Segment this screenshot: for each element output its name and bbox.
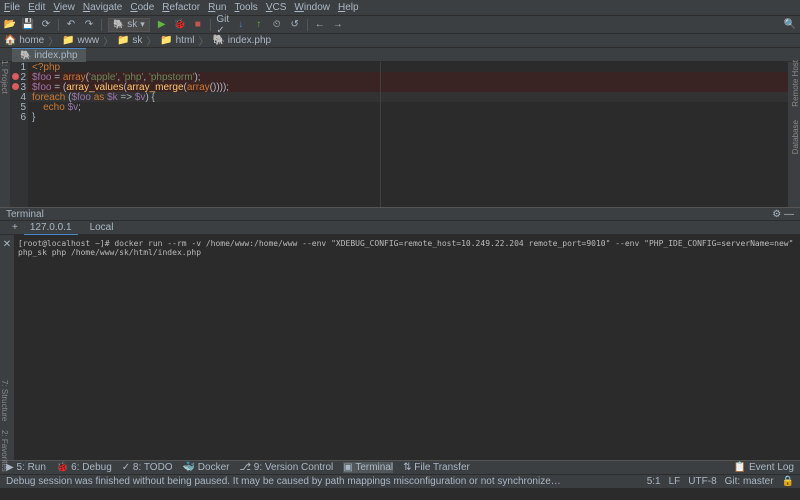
close-icon[interactable]: ✕ <box>3 239 11 250</box>
encoding[interactable]: UTF-8 <box>688 476 716 487</box>
breadcrumb: 🏠 home〉📁 www〉📁 sk〉📁 html〉🐘 index.php <box>0 34 800 48</box>
redo-icon[interactable]: ↷ <box>83 19 95 31</box>
vcs-history-icon[interactable]: ⏲ <box>271 19 283 31</box>
editor-area: 123456 <?php$foo = array('apple', 'php',… <box>0 62 800 207</box>
stop-icon[interactable]: ■ <box>192 19 204 31</box>
refresh-icon[interactable]: ⟳ <box>40 19 52 31</box>
minimize-icon[interactable]: — <box>784 209 794 220</box>
menu-help[interactable]: Help <box>338 2 359 13</box>
git-branch[interactable]: Git: master <box>725 476 774 487</box>
breadcrumb-home[interactable]: 🏠 home <box>4 35 44 46</box>
remote-host-tool-button[interactable]: Remote Host <box>791 60 800 107</box>
menu-bar: File Edit View Navigate Code Refactor Run Tools… <box>0 0 800 16</box>
code-editor[interactable]: <?php$foo = array('apple', 'php', 'phpst… <box>28 62 788 207</box>
terminal-tabs: + 127.0.0.1 Local <box>0 221 800 235</box>
tool-window-bar: ▶ 5: Run 🐞 6: Debug ✓ 8: TODO 🐳 Docker ⎇ 9: … <box>0 460 800 474</box>
menu-tools[interactable]: Tools <box>234 2 257 13</box>
back-icon[interactable]: ← <box>314 19 326 31</box>
menu-edit[interactable]: Edit <box>28 2 45 13</box>
add-terminal-icon[interactable]: + <box>12 222 18 233</box>
caret-position: 5:1 <box>647 476 661 487</box>
menu-run[interactable]: Run <box>208 2 226 13</box>
structure-tool-button[interactable]: 7: Structure <box>0 380 9 421</box>
tool-terminal[interactable]: ▣ Terminal <box>343 462 393 473</box>
search-icon[interactable]: 🔍 <box>784 19 796 31</box>
status-message: Debug session was finished without being… <box>6 476 566 487</box>
vcs-commit-icon[interactable]: ↑ <box>253 19 265 31</box>
terminal-header: Terminal ⚙ — <box>0 207 800 221</box>
terminal-output[interactable]: [root@localhost ~]# docker run --rm -v /… <box>14 235 800 460</box>
terminal-tab-0[interactable]: 127.0.0.1 <box>24 221 78 235</box>
menu-window[interactable]: Window <box>294 2 330 13</box>
run-config-select[interactable]: 🐘 sk ▾ <box>108 18 150 32</box>
main-toolbar: 📂 💾 ⟳ ↶ ↷ 🐘 sk ▾ ▶ 🐞 ■ Git ✓ ↓ ↑ ⏲ ↺ ← →… <box>0 16 800 34</box>
debug-icon[interactable]: 🐞 <box>174 19 186 31</box>
terminal-panel: ✕ [root@localhost ~]# docker run --rm -v… <box>0 235 800 460</box>
run-icon[interactable]: ▶ <box>156 19 168 31</box>
menu-refactor[interactable]: Refactor <box>162 2 200 13</box>
open-icon[interactable]: 📂 <box>4 19 16 31</box>
menu-view[interactable]: View <box>53 2 75 13</box>
status-bar: Debug session was finished without being… <box>0 474 800 488</box>
git-icon[interactable]: Git ✓ <box>217 19 229 31</box>
editor-tabs: 🐘 index.php <box>0 48 800 62</box>
favorites-tool-button[interactable]: 2: Favorites <box>0 430 9 472</box>
forward-icon[interactable]: → <box>332 19 344 31</box>
terminal-side-toolbar: ✕ <box>0 235 14 460</box>
database-tool-button[interactable]: Database <box>791 120 800 154</box>
menu-vcs[interactable]: VCS <box>266 2 287 13</box>
tool-run[interactable]: ▶ 5: Run <box>6 462 46 473</box>
event-log-button[interactable]: 📋 Event Log <box>734 462 794 473</box>
terminal-title: Terminal <box>6 209 44 220</box>
breakpoint-icon[interactable] <box>12 83 19 90</box>
tool-versioncontrol[interactable]: ⎇ 9: Version Control <box>239 462 333 473</box>
terminal-tab-1[interactable]: Local <box>84 221 120 234</box>
tool-filetransfer[interactable]: ⇅ File Transfer <box>403 462 470 473</box>
lock-icon[interactable]: 🔒 <box>782 476 794 487</box>
breadcrumb-index.php[interactable]: 🐘 index.php <box>213 35 272 46</box>
line-sep[interactable]: LF <box>669 476 681 487</box>
menu-code[interactable]: Code <box>130 2 154 13</box>
save-icon[interactable]: 💾 <box>22 19 34 31</box>
menu-file[interactable]: File <box>4 2 20 13</box>
vcs-update-icon[interactable]: ↓ <box>235 19 247 31</box>
project-tool-button[interactable]: 1: Project <box>0 60 9 94</box>
line-gutter[interactable]: 123456 <box>10 62 28 207</box>
vcs-revert-icon[interactable]: ↺ <box>289 19 301 31</box>
breakpoint-icon[interactable] <box>12 73 19 80</box>
tab-index-php[interactable]: 🐘 index.php <box>12 48 86 62</box>
breadcrumb-sk[interactable]: 📁 sk <box>117 35 142 46</box>
undo-icon[interactable]: ↶ <box>65 19 77 31</box>
breadcrumb-html[interactable]: 📁 html <box>160 35 194 46</box>
breadcrumb-www[interactable]: 📁 www <box>62 35 99 46</box>
tool-todo[interactable]: ✓ 8: TODO <box>122 462 173 473</box>
tool-docker[interactable]: 🐳 Docker <box>183 462 230 473</box>
gear-icon[interactable]: ⚙ <box>772 209 781 220</box>
tool-debug[interactable]: 🐞 6: Debug <box>56 462 112 473</box>
menu-navigate[interactable]: Navigate <box>83 2 122 13</box>
